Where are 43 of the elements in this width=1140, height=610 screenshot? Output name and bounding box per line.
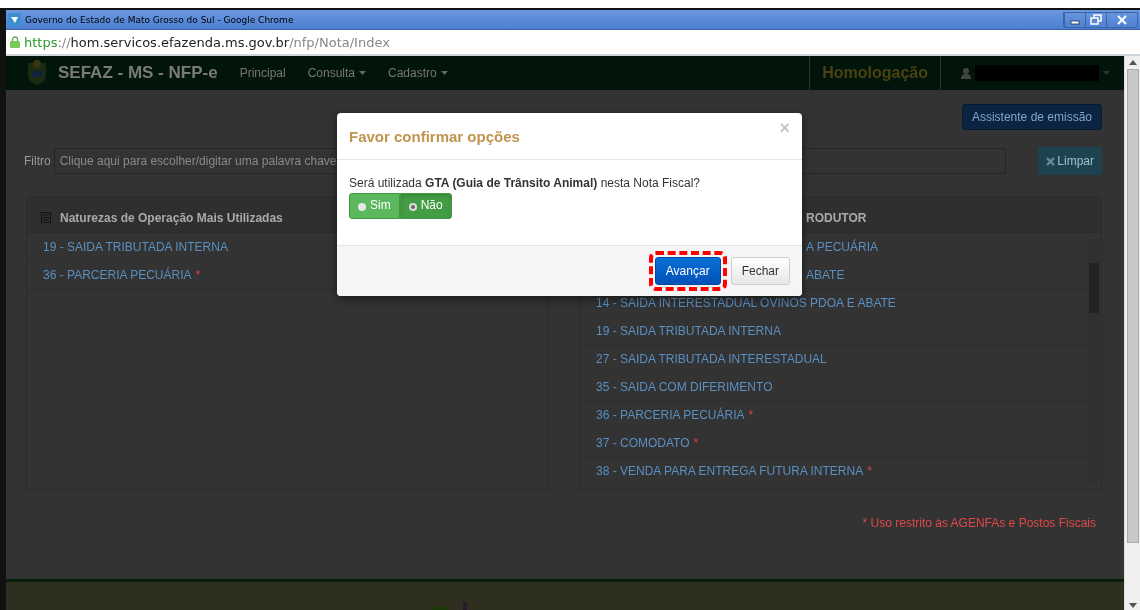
nav-menu-item[interactable]: Consulta	[307, 66, 367, 80]
close-icon	[1046, 156, 1056, 166]
nav-menu-item[interactable]: Principal	[239, 66, 286, 80]
restricted-mark: *	[748, 407, 754, 422]
operation-link[interactable]: 36 - PARCERIA PECUÁRIA	[43, 267, 192, 282]
scroll-down-icon[interactable]	[1128, 603, 1137, 608]
page-scrollbar[interactable]	[1124, 56, 1140, 610]
app-icon	[8, 13, 21, 26]
operation-link[interactable]: 38 - VENDA PARA ENTREGA FUTURA INTERNA	[596, 463, 864, 478]
operation-link[interactable]: 19 - SAIDA TRIBUTADA INTERNA	[43, 239, 228, 254]
operation-link[interactable]: A PECUÁRIA	[806, 239, 879, 254]
dialog-question: Será utilizada GTA (Guia de Trânsito Animal) nesta Nota Fiscal?	[349, 176, 701, 190]
operation-link[interactable]: 35 - SAIDA COM DIFERIMENTO	[596, 379, 773, 394]
lock-icon	[10, 36, 20, 48]
restricted-mark: *	[867, 463, 872, 478]
panel-title: Naturezas de Operação Mais Utilizadas	[60, 210, 283, 225]
restricted-mark: *	[693, 435, 699, 450]
footnote: * Uso restrito às AGENFAs e Postos Fiscais	[861, 516, 1097, 530]
operation-link[interactable]: 36 - PARCERIA PECUÁRIA	[596, 407, 745, 422]
operation-link[interactable]: 37 - COMODATO	[596, 435, 690, 450]
nav-menu-item[interactable]: Cadastro	[388, 66, 448, 80]
brand-title[interactable]: SEFAZ - MS - NFP-e	[58, 63, 218, 83]
dialog-button[interactable]: Fechar	[730, 257, 790, 285]
dialog-title: Favor confirmar opções	[349, 127, 520, 145]
assistant-button[interactable]: Assistente de emissão	[961, 104, 1102, 130]
scroll-up-icon[interactable]	[1128, 60, 1137, 65]
clear-button[interactable]: Limpar	[1038, 147, 1102, 175]
dialog-button[interactable]: Avançar	[654, 257, 721, 285]
option-toggle[interactable]: Sim	[349, 193, 400, 219]
user-icon	[961, 67, 971, 79]
operation-link[interactable]: 19 - SAIDA TRIBUTADA INTERNA	[596, 323, 781, 338]
operation-link[interactable]: 27 - SAIDA TRIBUTADA INTERESTADUAL	[596, 351, 827, 366]
window-title: Governo do Estado de Mato Grosso do Sul - Google Chrome	[25, 14, 294, 25]
panel-title: RODUTOR	[806, 210, 867, 225]
restricted-mark: *	[195, 267, 201, 282]
logo-fragment-icon	[430, 600, 470, 610]
operation-link[interactable]: 14 - SAIDA INTERESTADUAL OVINOS PDOA E ABATE	[596, 295, 896, 310]
caret-icon	[1103, 71, 1110, 75]
operation-link[interactable]: ABATE	[806, 267, 845, 282]
filter-label: Filtro	[24, 154, 51, 168]
option-toggle[interactable]: Não	[399, 193, 452, 219]
list-icon	[41, 212, 51, 223]
url-text: https://hom.servicos.efazenda.ms.gov.br/nfp/Nota/Index	[24, 34, 390, 50]
